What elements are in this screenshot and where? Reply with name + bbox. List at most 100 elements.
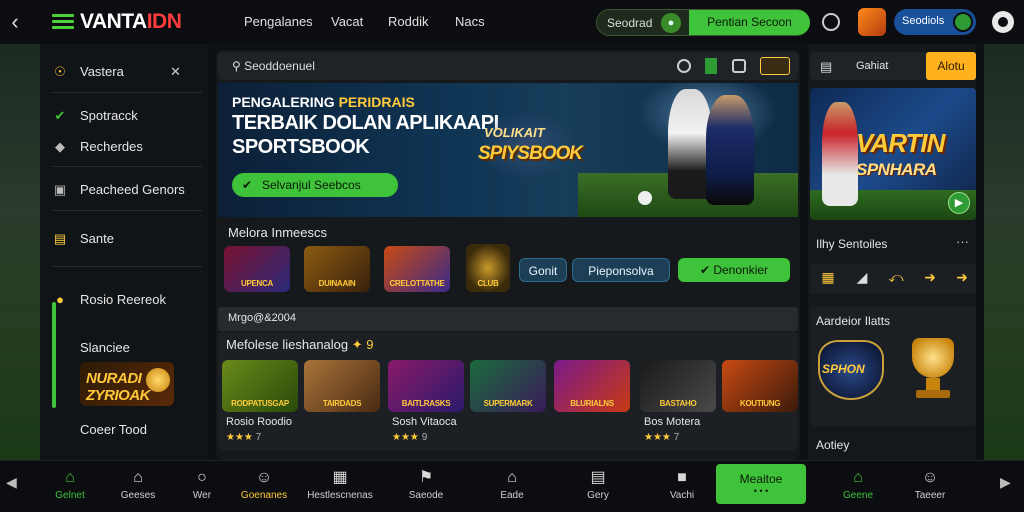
menu-icon[interactable] [52,14,74,30]
cup-trophy-icon[interactable] [900,338,966,402]
main-search-tools [676,57,790,75]
divider [52,166,202,167]
login-button[interactable]: Alotu [926,52,976,80]
bottom-nav-item[interactable]: ☺ Taeeer [890,468,970,508]
scroll-right-icon[interactable]: ▶ [1000,474,1011,491]
login-row: ▤ Gahiat Alotu [810,52,976,80]
collapse-icon[interactable]: ✕ [170,64,181,80]
emblem-top-text: VOLIKAIT [484,125,545,140]
folder-icon: ▤ [53,231,67,246]
check-circle-icon: ✔ [54,108,66,123]
sidebar-promo-banner[interactable]: NURADI ZYRIOAK [80,362,174,406]
sidebar-item-label: Rosio Reereok [80,292,166,307]
game-rating: ★★★ 7 [226,432,262,443]
header-search[interactable]: Seodrad ● Pentian Secoon [596,9,810,36]
hero-cta-button[interactable]: Selvanjul Seebcos [232,173,398,197]
lock-icon[interactable] [731,59,746,73]
nav-link-2[interactable]: Vacat [331,14,363,29]
divider [52,266,202,267]
user-icon[interactable] [676,59,691,73]
scroll-left-icon[interactable]: ◀ [6,474,17,491]
search-toggle-icon[interactable]: ● [661,13,681,33]
game-thumb[interactable]: BASTAHO [640,360,716,412]
header-search-label: Seodrad [607,16,653,30]
brand-accent: IDN [146,10,182,33]
bottom-nav-item[interactable]: ⌂ Eade [472,468,552,508]
header-search-button[interactable]: Pentian Secoon [689,10,810,35]
game-thumb[interactable]: BAITLRASKS [388,360,464,412]
hero-kicker: PENGALERING PERIDRAIS [232,94,415,110]
game-name: Bos Motera [644,416,701,428]
promo-strip: Mrgo@&2004 [218,307,798,331]
sidebar-item-label: Peacheed Genors [80,182,185,197]
games-section-title: Mefolese lieshanalog ✦ 9 [226,337,374,352]
featured-thumb[interactable]: DUINAAIN [304,246,370,292]
chip-denonkier[interactable]: ✔ Denonkier [678,258,790,282]
gift-icon: ⚑ [418,469,434,486]
right-section-title: Aardeior Ilatts [816,314,891,328]
right-section-title: Aotiey [816,438,850,452]
right-promo-banner[interactable]: VARTIN SPNHARA ▶ [810,88,976,220]
sidebar-item-label: Sante [80,231,114,246]
settings-icon[interactable] [992,11,1014,33]
clock-icon[interactable] [822,13,840,31]
chip-gonit[interactable]: Gonit [519,258,567,282]
gift-icon[interactable] [760,57,790,75]
hero-headline: TERBAIK DOLAN APLIKAAPI SPORTSBOOK [232,112,499,158]
bottom-cta-button[interactable]: Meaitoe • • • [716,464,806,504]
bottom-nav-item[interactable]: ▦ Hestlescnenas [300,468,380,508]
player-red-figure [822,102,858,206]
ball-icon: ☉ [54,64,66,79]
account-status-icon [953,12,973,32]
play-icon[interactable]: ▶ [948,192,970,214]
login-icon: ▤ [820,59,833,74]
bottom-nav-item[interactable]: ☺ Goenanes [224,468,304,508]
tag-icon[interactable]: ◢ [850,269,874,289]
account-button[interactable]: Seodiols [894,9,976,35]
game-name: Rosio Roodio [226,416,293,428]
featured-thumb[interactable]: UPENCA [224,246,290,292]
football-icon [638,191,652,205]
game-thumb[interactable]: KOUTIUNG [722,360,798,412]
featured-thumb[interactable]: CRELOTTATHE [384,246,450,292]
game-name: Sosh Vitaoca [392,416,457,428]
chip-pieponsolva[interactable]: Pieponsolva [572,258,670,282]
club-badge-icon[interactable]: CLUB [466,244,510,292]
right-promo-title: VARTIN [856,128,945,158]
bottom-nav-item[interactable]: ⌂ Geene [818,468,898,508]
nav-link-4[interactable]: Nacs [455,14,485,29]
arrow-left-icon[interactable]: ⤺ [884,269,908,289]
bottom-nav-item[interactable]: ⚑ Saeode [386,468,466,508]
trophy-icon[interactable] [858,8,886,36]
game-thumb[interactable]: SUPERMARK [470,360,546,412]
game-rating: ★★★ 9 [392,432,428,443]
nav-link-3[interactable]: Roddik [388,14,428,29]
user-icon: ☺ [921,469,939,486]
divider [52,92,202,93]
phone-icon[interactable] [705,58,718,74]
arrow-right-icon[interactable]: ➜ [950,269,974,289]
coin-icon [146,368,170,392]
brand-logo[interactable]: VANTAIDN [80,10,182,34]
bottom-nav-item[interactable]: ■ Vachi [642,468,722,508]
back-arrow-icon[interactable]: ‹ [4,10,26,34]
game-thumb[interactable]: RODPATUSGAP [222,360,298,412]
more-icon[interactable]: ··· [956,234,969,249]
grid-icon[interactable]: ▦ [816,269,840,289]
game-thumb[interactable]: TAIRDADS [304,360,380,412]
bottom-nav-item[interactable]: ▤ Gery [558,468,638,508]
shield-trophy-icon[interactable]: SPHON [818,340,884,400]
featured-section-title: Melora Inmeescs [228,225,327,240]
sidebar-item-label: Slanciee [80,340,130,355]
sidebar-item-label: Spotracck [80,108,138,123]
player-blue-figure [706,95,754,205]
main-search-query: ⚲ Seoddoenuel [232,59,315,73]
nav-link-1[interactable]: Pengalanes [244,14,313,29]
right-section-title: Ilhy Sentoiles [816,237,888,251]
divider [52,210,202,211]
game-thumb[interactable]: BLURIALNS [554,360,630,412]
arrow-right-icon[interactable]: ➜ [918,269,942,289]
hero-banner[interactable]: PENGALERING PERIDRAIS TERBAIK DOLAN APLI… [218,83,798,217]
sportsbook-emblem: VOLIKAIT SPIYSBOOK [476,111,583,181]
main-search-bar[interactable]: ⚲ Seoddoenuel [218,52,798,80]
